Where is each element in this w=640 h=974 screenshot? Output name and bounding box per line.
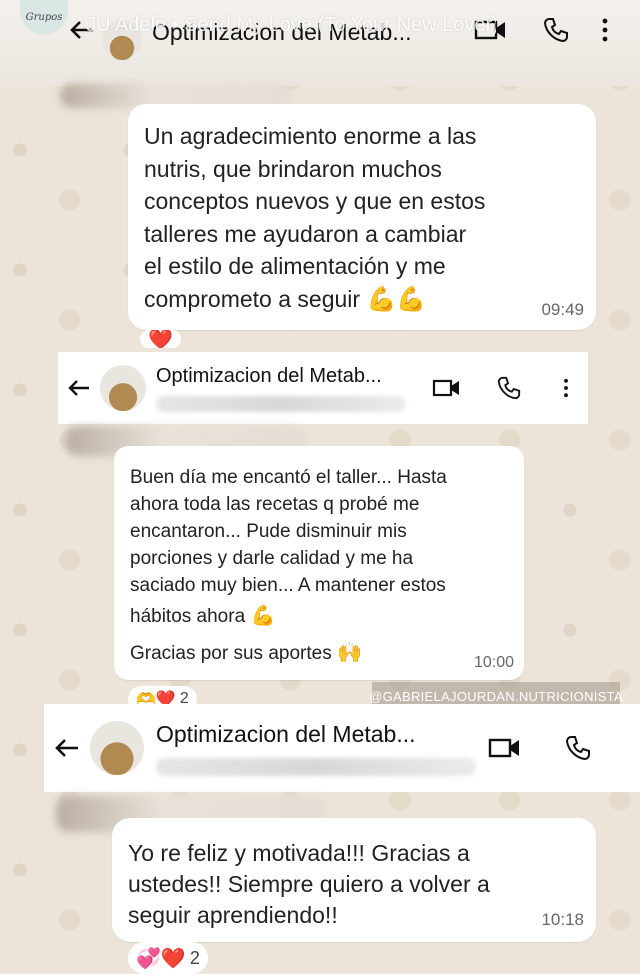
message-time: 10:18 bbox=[541, 910, 584, 929]
message-bubble[interactable]: Un agradecimiento enorme a las nutris, q… bbox=[128, 104, 596, 330]
message-line: Un agradecimiento enorme a las bbox=[144, 123, 477, 149]
message-bubble[interactable]: Yo re feliz y motivada!!! Gracias a uste… bbox=[112, 818, 596, 942]
message-line: Buen día me encantó el taller... Hasta bbox=[130, 467, 447, 488]
message-reactions[interactable]: ❤️ bbox=[140, 330, 181, 348]
back-arrow-icon bbox=[55, 739, 78, 757]
message-line: ustedes!! Siempre quiero a volver a bbox=[128, 871, 490, 897]
message-line: el estilo de alimentación y me bbox=[144, 253, 446, 279]
message-line: seguir aprendiendo!! bbox=[128, 902, 338, 928]
video-call-icon[interactable] bbox=[488, 736, 522, 760]
message-line: nutris, que brindaron muchos bbox=[144, 155, 442, 182]
message-line: talleres me ayudaron a cambiar bbox=[144, 220, 467, 247]
chat-title[interactable]: Optimizacion del Metab... bbox=[156, 365, 408, 388]
message-line: ahora toda las recetas q probé me bbox=[130, 494, 420, 515]
reaction-emojis: 💞❤️ bbox=[136, 947, 186, 970]
message-line: hábitos ahora bbox=[130, 606, 246, 627]
flexed-biceps-emoji: 💪💪 bbox=[366, 285, 427, 313]
message-line: conceptos nuevos y que en estos bbox=[144, 188, 486, 214]
member-list-blurred bbox=[156, 395, 406, 412]
phone-icon[interactable] bbox=[564, 734, 592, 762]
chat-header-2: Optimizacion del Metab... bbox=[58, 352, 588, 424]
phone-icon[interactable] bbox=[542, 16, 570, 44]
raising-hands-emoji: 🙌 bbox=[336, 642, 362, 664]
back-button[interactable] bbox=[58, 378, 100, 398]
message-time: 10:00 bbox=[473, 654, 514, 671]
reaction-count: 2 bbox=[189, 947, 200, 968]
back-arrow-icon bbox=[68, 380, 89, 396]
message-line: Gracias por sus aportes bbox=[130, 643, 332, 664]
message-reactions[interactable]: 💞❤️ 2 bbox=[128, 942, 208, 974]
flexed-biceps-emoji: 💪 bbox=[250, 605, 276, 627]
message-line: porciones y darle calidad y me ha bbox=[130, 548, 414, 569]
group-avatar[interactable] bbox=[100, 365, 146, 411]
message-time: 09:49 bbox=[541, 300, 584, 319]
more-vert-icon[interactable] bbox=[562, 376, 570, 400]
message-line: comprometo a seguir bbox=[144, 285, 361, 312]
phone-icon[interactable] bbox=[496, 375, 522, 401]
more-vert-icon[interactable] bbox=[600, 17, 610, 43]
story-music-label: JU Adele • Send My Love (To Your New Lov… bbox=[86, 14, 496, 36]
heart-reaction: ❤️ bbox=[148, 330, 173, 348]
chat-title[interactable]: Optimizacion del Metab... bbox=[156, 721, 476, 748]
chat-header-3: Optimizacion del Metab... bbox=[44, 704, 640, 792]
member-list-blurred bbox=[156, 757, 476, 776]
back-button[interactable] bbox=[44, 737, 90, 759]
message-line: saciado muy bien... A mantener estos bbox=[130, 575, 446, 596]
group-avatar[interactable] bbox=[90, 721, 144, 775]
message-bubble[interactable]: Buen día me encantó el taller... Hasta a… bbox=[114, 446, 524, 680]
video-call-icon[interactable] bbox=[432, 377, 462, 399]
message-line: encantaron... Pude disminuir mis bbox=[130, 521, 407, 542]
message-line: Yo re feliz y motivada!!! Gracias a bbox=[128, 840, 470, 866]
